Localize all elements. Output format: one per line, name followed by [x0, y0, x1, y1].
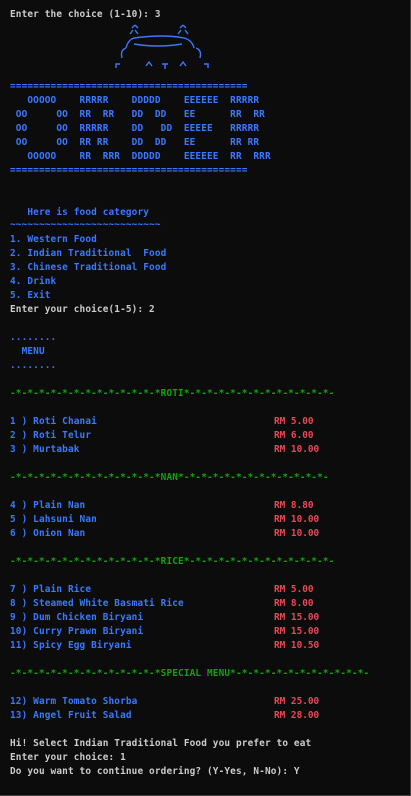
menu-dots: ........	[10, 360, 57, 371]
menu-item-name: 10) Curry Prawn Biryani	[10, 626, 144, 637]
menu-item-name: 5 ) Lahsuni Nan	[10, 514, 97, 525]
menu-item-price: RM 10.00	[274, 444, 320, 455]
select-message: Hi! Select Indian Traditional Food you p…	[10, 738, 312, 749]
category-underline: ~~~~~~~~~~~~~~~~~~~~~~~~~~	[10, 219, 161, 230]
menu-item-price: RM 8.00	[274, 598, 314, 609]
category-option: 1. Western Food	[10, 234, 97, 245]
banner-row: OO OO RR RR DD DD EE RR RR	[10, 109, 265, 120]
menu-dots: ........	[10, 332, 57, 343]
choice-prompt: Enter the choice (1-10): 3	[10, 9, 161, 20]
ascii-rule-bottom: ========================================…	[10, 165, 248, 176]
section-divider-special: -*-*-*-*-*-*-*-*-*-*-*-*-*SPECIAL MENU*-…	[10, 668, 370, 679]
menu-item-price: RM 5.00	[274, 416, 314, 427]
menu-item-price: RM 6.00	[274, 430, 314, 441]
menu-title: MENU	[10, 346, 45, 357]
menu-item-price: RM 8.80	[274, 500, 314, 511]
menu-item-name: 6 ) Onion Nan	[10, 528, 86, 539]
menu-item-price: RM 10.00	[274, 528, 320, 539]
menu-item-price: RM 15.00	[274, 612, 320, 623]
continue-prompt: Do you want to continue ordering? (Y-Yes…	[10, 766, 300, 777]
menu-item-name: 11) Spicy Egg Biryani	[10, 640, 132, 651]
menu-item-name: 4 ) Plain Nan	[10, 500, 86, 511]
section-divider-nan: -*-*-*-*-*-*-*-*-*-*-*-*-*NAN*-*-*-*-*-*…	[10, 472, 329, 483]
menu-item-price: RM 25.00	[274, 696, 320, 707]
banner-row: OO OO RRRRR DD DD EEEEE RRRRR	[10, 123, 260, 134]
console-window: Enter the choice (1-10): 3 =============…	[0, 0, 411, 796]
menu-item-name: 7 ) Plain Rice	[10, 584, 92, 595]
choice-input-line: Enter your choice: 1	[10, 752, 126, 763]
menu-item-name: 13) Angel Fruit Salad	[10, 710, 132, 721]
menu-item-name: 12) Warm Tomato Shorba	[10, 696, 138, 707]
menu-item-name: 2 ) Roti Telur	[10, 430, 92, 441]
menu-item-name: 1 ) Roti Chanai	[10, 416, 97, 427]
chef-hat-art	[115, 24, 209, 69]
banner-row: OOOOO RRRRR DDDDD EEEEEE RRRRR	[10, 95, 260, 106]
category-option: 4. Drink	[10, 276, 57, 287]
menu-item-name: 3 ) Murtabak	[10, 444, 80, 455]
ascii-rule-top: ========================================…	[10, 81, 248, 92]
category-option: 2. Indian Traditional Food	[10, 248, 167, 259]
menu-item-price: RM 5.00	[274, 584, 314, 595]
menu-item-price: RM 10.50	[274, 640, 320, 651]
category-option: 3. Chinese Traditional Food	[10, 262, 167, 273]
banner-row: OO OO RR RR DD DD EE RR RR	[10, 137, 260, 148]
menu-item-name: 8 ) Steamed White Basmati Rice	[10, 598, 184, 609]
menu-item-price: RM 15.00	[274, 626, 320, 637]
menu-item-name: 9 ) Dum Chicken Biryani	[10, 612, 144, 623]
section-divider-rice: -*-*-*-*-*-*-*-*-*-*-*-*-*RICE*-*-*-*-*-…	[10, 556, 335, 567]
banner-row: OOOOO RR RRR DDDDD EEEEEE RR RRR	[10, 151, 271, 162]
section-divider-roti: -*-*-*-*-*-*-*-*-*-*-*-*-*ROTI*-*-*-*-*-…	[10, 388, 335, 399]
menu-item-price: RM 10.00	[274, 514, 320, 525]
menu-item-price: RM 28.00	[274, 710, 320, 721]
category-prompt: Enter your choice(1-5): 2	[10, 304, 155, 315]
category-option: 5. Exit	[10, 290, 51, 301]
